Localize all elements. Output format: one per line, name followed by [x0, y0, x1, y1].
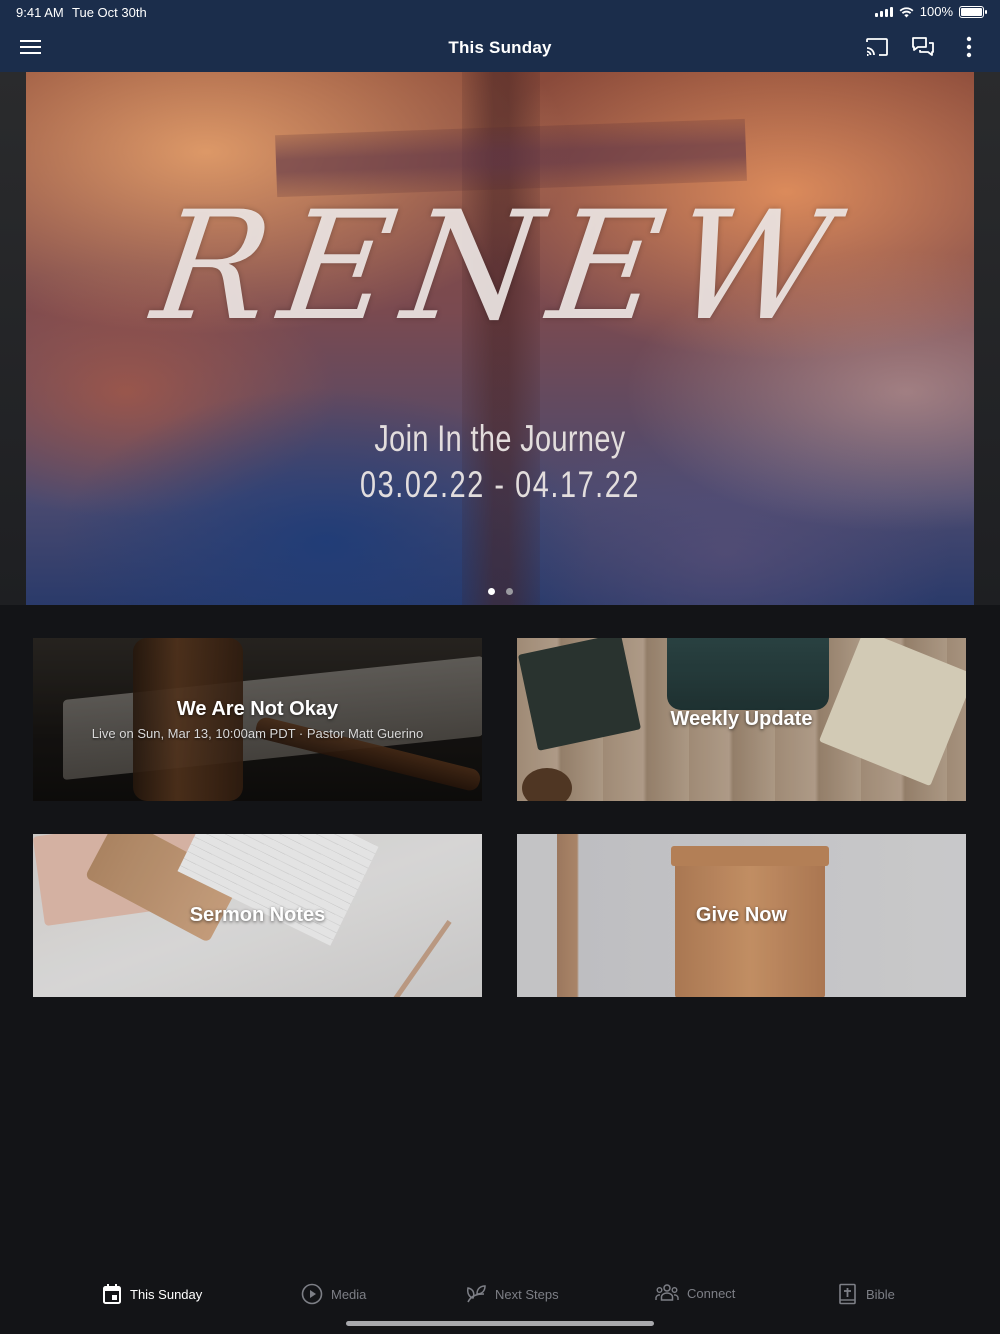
- hero-subtitle-block: Join In the Journey 03.02.22 - 04.17.22: [130, 416, 869, 508]
- cast-icon: [866, 38, 888, 56]
- hero-prev-peek: [0, 72, 26, 605]
- tab-label: Media: [331, 1286, 367, 1302]
- wifi-icon: [899, 6, 914, 17]
- tab-label: This Sunday: [130, 1286, 203, 1302]
- tab-label: Next Steps: [495, 1286, 559, 1302]
- battery-percent: 100%: [919, 4, 953, 19]
- app-root: 9:41 AM Tue Oct 30th 100% This Sunday RE…: [0, 0, 1000, 1334]
- hero-dates: 03.02.22 - 04.17.22: [360, 464, 640, 505]
- status-date: Tue Oct 30th: [72, 5, 147, 20]
- card-title: We Are Not Okay: [176, 698, 339, 720]
- sprout-icon: [467, 1285, 486, 1303]
- tab-label: Connect: [687, 1285, 736, 1301]
- hero-subtitle: Join In the Journey: [374, 418, 626, 459]
- hero-slide[interactable]: RENEW Join In the Journey 03.02.22 - 04.…: [26, 72, 974, 605]
- card-subtitle: Live on Sun, Mar 13, 10:00am PDT · Pasto…: [91, 726, 424, 741]
- status-bar: 9:41 AM Tue Oct 30th 100%: [0, 0, 1000, 24]
- bible-icon: [839, 1283, 856, 1305]
- tab-this-sunday[interactable]: This Sunday: [102, 1283, 202, 1305]
- chat-icon: [912, 37, 934, 56]
- page-dot-1[interactable]: [487, 588, 495, 595]
- cellular-signal-icon: [874, 6, 893, 17]
- page-dot-2[interactable]: [505, 588, 513, 595]
- play-circle-icon: [301, 1283, 323, 1305]
- card-give-now[interactable]: Give Now: [517, 834, 966, 997]
- card-weekly-update[interactable]: Weekly Update: [517, 638, 966, 801]
- hero-carousel[interactable]: RENEW Join In the Journey 03.02.22 - 04.…: [0, 72, 1000, 605]
- home-indicator[interactable]: [346, 1321, 654, 1326]
- tab-connect[interactable]: Connect: [655, 1283, 735, 1303]
- card-title: Give Now: [695, 904, 788, 926]
- more-vertical-icon: [966, 36, 972, 58]
- nav-bar: This Sunday: [0, 24, 1000, 72]
- cast-button[interactable]: [864, 34, 890, 60]
- more-button[interactable]: [956, 34, 982, 60]
- nav-actions: [864, 34, 982, 60]
- carousel-page-indicator: [0, 588, 1000, 595]
- card-title: Sermon Notes: [189, 904, 326, 926]
- tab-media[interactable]: Media: [301, 1283, 366, 1305]
- card-title: Weekly Update: [670, 708, 813, 730]
- tab-label: Bible: [866, 1286, 895, 1302]
- people-icon: [655, 1284, 679, 1301]
- page-title: This Sunday: [448, 38, 552, 57]
- battery-icon: [959, 5, 987, 18]
- tab-next-steps[interactable]: Next Steps: [465, 1283, 559, 1305]
- card-we-are-not-okay[interactable]: We Are Not Okay Live on Sun, Mar 13, 10:…: [33, 638, 482, 801]
- chat-button[interactable]: [910, 34, 936, 60]
- tab-bible[interactable]: Bible: [838, 1283, 895, 1305]
- calendar-icon: [103, 1284, 121, 1304]
- status-right: 100%: [874, 4, 987, 19]
- top-bar: 9:41 AM Tue Oct 30th 100% This Sunday: [0, 0, 1000, 72]
- hero-title: RENEW: [144, 180, 856, 354]
- card-sermon-notes[interactable]: Sermon Notes: [33, 834, 482, 997]
- status-time: 9:41 AM: [16, 5, 64, 20]
- hero-next-peek: [974, 72, 1000, 605]
